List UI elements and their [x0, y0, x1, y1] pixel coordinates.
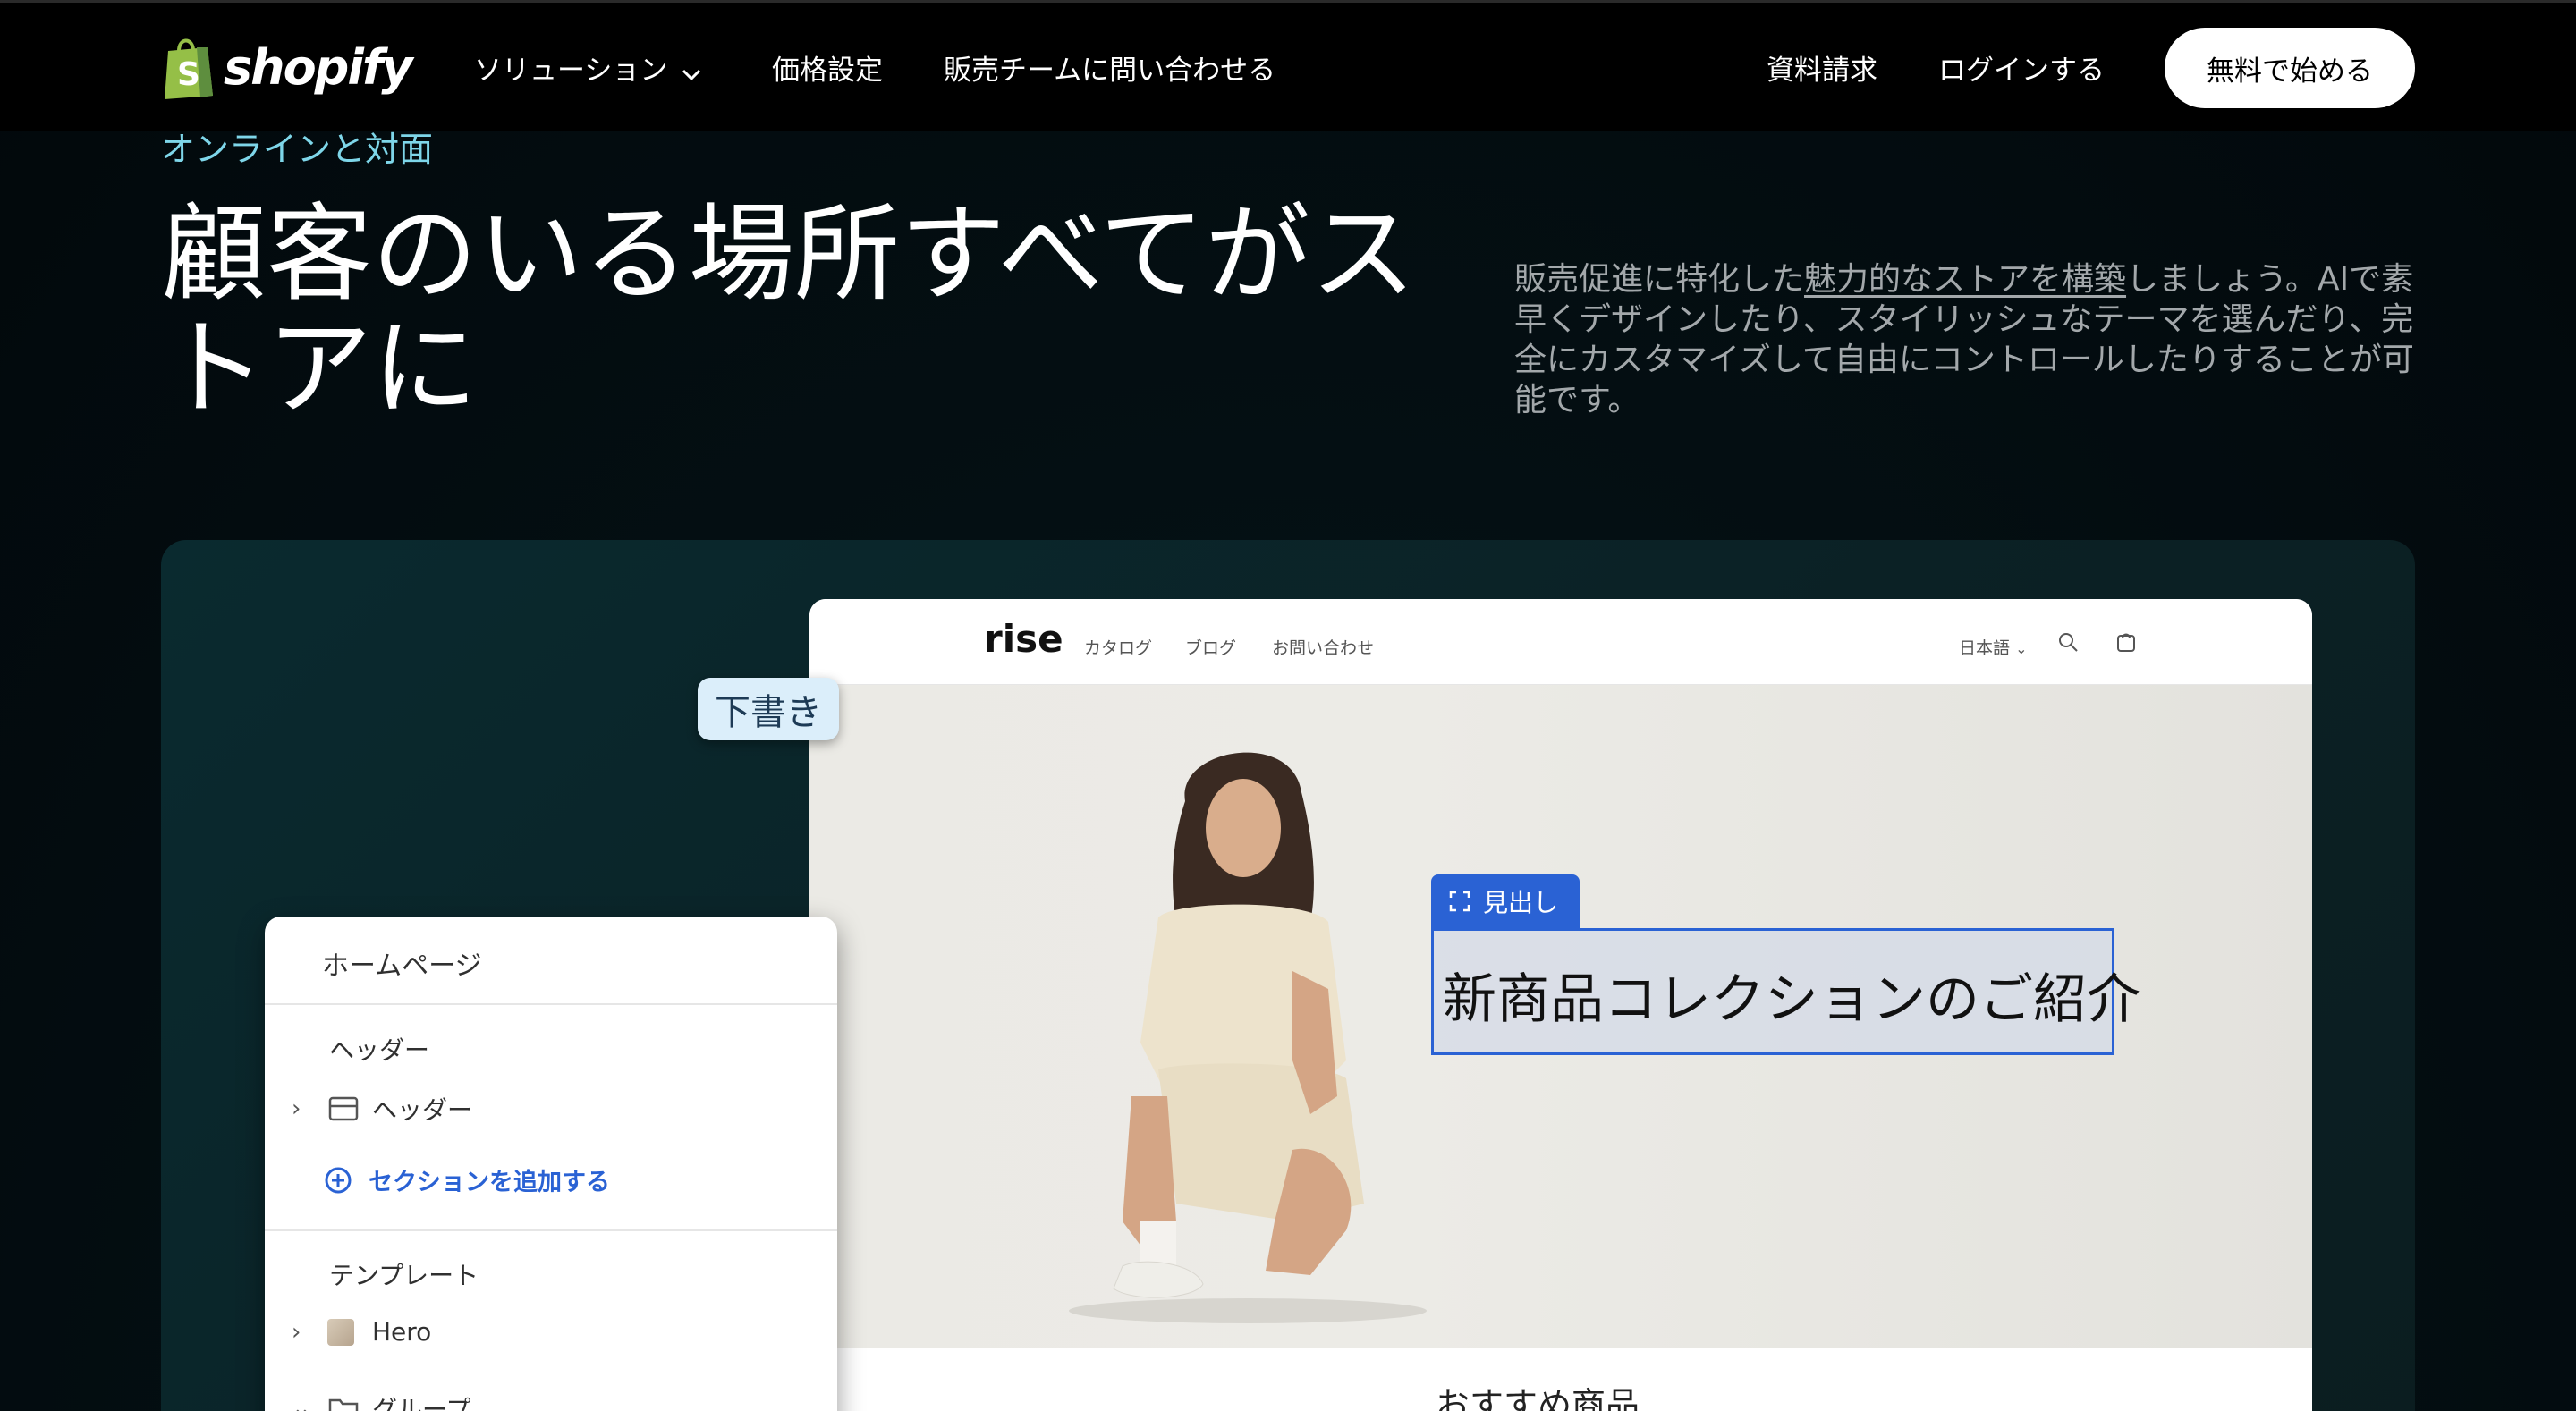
- logo-wordmark: shopify: [224, 38, 413, 96]
- store-link-catalog[interactable]: カタログ: [1084, 635, 1152, 659]
- select-frame-icon: [1449, 891, 1470, 912]
- nav-pricing[interactable]: 価格設定: [772, 47, 883, 88]
- chevron-right-icon: ›: [292, 1318, 301, 1346]
- nav-solutions-label: ソリューション: [474, 55, 668, 87]
- editor-item-hero-label: Hero: [372, 1317, 432, 1347]
- cart-icon[interactable]: [2114, 629, 2139, 655]
- store-logo: rise: [984, 617, 1063, 661]
- eyebrow-label: オンラインと対面: [161, 130, 434, 169]
- store-language-label: 日本語: [1959, 638, 2011, 658]
- shopping-bag-icon: S: [165, 38, 213, 99]
- page: S shopify ソリューション 価格設定 販売チームに問い合わせる 資料請求…: [0, 0, 2576, 1411]
- editor-item-group-label: グループ: [372, 1395, 471, 1411]
- featured-products-section: おすすめ商品: [809, 1348, 2312, 1411]
- page-headline: 顧客のいる場所すべてがストアに: [161, 192, 1417, 430]
- header-layout-icon: [328, 1096, 359, 1121]
- add-section-label: セクションを追加する: [369, 1169, 610, 1196]
- heading-badge-label: 見出し: [1483, 888, 1559, 917]
- add-section-button[interactable]: セクションを追加する: [324, 1162, 610, 1197]
- divider: [265, 1003, 837, 1005]
- hero-thumbnail: [327, 1318, 354, 1346]
- nav-solutions[interactable]: ソリューション: [474, 47, 701, 89]
- desc-text-1: 販売促進に特化した: [1514, 261, 1805, 298]
- shopify-logo[interactable]: S shopify: [161, 35, 413, 99]
- top-navigation: S shopify ソリューション 価格設定 販売チームに問い合わせる 資料請求…: [0, 0, 2576, 131]
- hero-description: 販売促進に特化した魅力的なストアを構築しましょう。AIで素早くデザインしたり、ス…: [1514, 259, 2418, 420]
- featured-products-title: おすすめ商品: [1436, 1385, 1640, 1411]
- chevron-down-icon: [682, 56, 701, 89]
- chevron-down-icon: ⌄: [292, 1395, 311, 1411]
- heading-selection-box[interactable]: 新商品コレクションのご紹介: [1431, 928, 2140, 1055]
- editor-item-header-label: ヘッダー: [372, 1095, 473, 1125]
- start-free-button[interactable]: 無料で始める: [2165, 28, 2415, 108]
- editor-item-hero[interactable]: › Hero: [292, 1317, 431, 1347]
- store-link-blog[interactable]: ブログ: [1185, 635, 1236, 659]
- template-group-label: テンプレート: [329, 1261, 479, 1290]
- store-language-select[interactable]: 日本語 ⌄: [1959, 635, 2027, 659]
- header-group-label: ヘッダー: [329, 1035, 430, 1065]
- editor-item-group[interactable]: ⌄ グループ: [292, 1390, 470, 1411]
- chevron-down-icon: ⌄: [2015, 640, 2028, 657]
- plus-circle-icon: [325, 1167, 352, 1193]
- svg-text:S: S: [177, 56, 200, 93]
- heading-block-badge[interactable]: 見出し: [1431, 874, 1580, 928]
- draft-badge: 下書き: [698, 678, 839, 740]
- nav-contact-sales[interactable]: 販売チームに問い合わせる: [944, 47, 1275, 88]
- build-store-link[interactable]: 魅力的なストアを構築: [1804, 261, 2126, 298]
- chevron-right-icon: ›: [292, 1095, 301, 1122]
- editor-item-header[interactable]: › ヘッダー: [292, 1091, 472, 1127]
- folder-icon: [328, 1398, 359, 1411]
- nav-login[interactable]: ログインする: [1938, 47, 2105, 88]
- model-photo: [1069, 752, 1427, 1323]
- divider: [265, 1229, 837, 1231]
- search-icon[interactable]: [2055, 629, 2080, 655]
- store-heading-text[interactable]: 新商品コレクションのご紹介: [1443, 956, 2140, 1034]
- editor-page-title[interactable]: ホームページ: [322, 943, 482, 983]
- store-link-contact[interactable]: お問い合わせ: [1272, 635, 1374, 659]
- store-header: rise カタログ ブログ お問い合わせ 日本語 ⌄: [809, 599, 2312, 685]
- nav-request-docs[interactable]: 資料請求: [1767, 47, 1877, 88]
- theme-editor-panel: ホームページ ヘッダー › ヘッダー セクションを追加する テンプレート › H…: [265, 917, 837, 1411]
